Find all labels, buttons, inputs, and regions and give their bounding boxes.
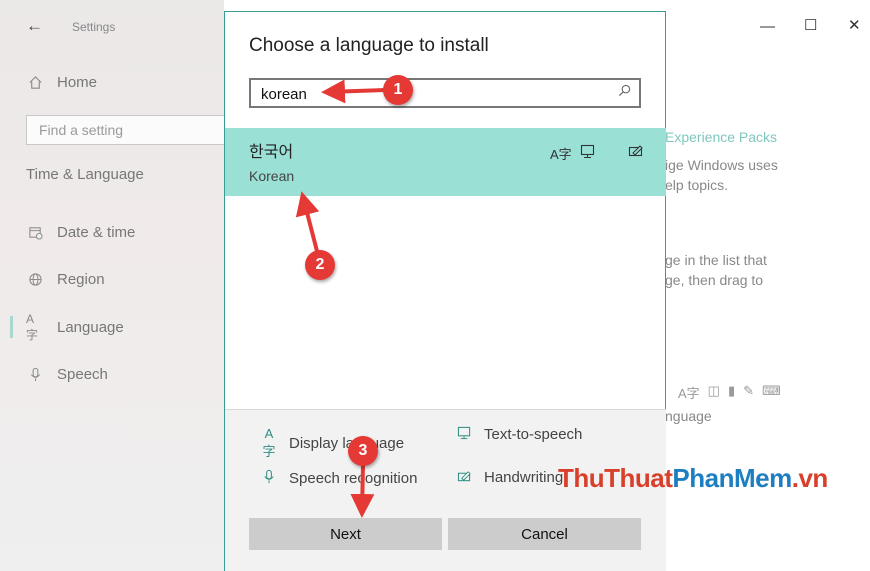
step-2-badge: 2 — [305, 250, 335, 280]
sidebar-item-date-time[interactable]: Date & time — [26, 223, 135, 241]
legend-label: Text-to-speech — [484, 426, 583, 443]
legend-text-to-speech: Text-to-speech — [456, 426, 582, 443]
language-native-name: 한국어 — [249, 144, 294, 161]
back-arrow-icon[interactable]: ← — [26, 16, 43, 36]
legend-speech-recognition: Speech recognition — [261, 469, 417, 487]
experience-packs-link[interactable]: Experience Packs — [665, 129, 777, 145]
search-icon[interactable] — [618, 84, 631, 100]
legend-label: Handwriting — [484, 469, 564, 486]
language-capability-icons: A字 — [550, 144, 644, 163]
app-title: Settings — [72, 20, 116, 34]
language-search-input[interactable] — [261, 84, 601, 104]
watermark-part: ThuThuat — [558, 463, 673, 493]
close-icon[interactable]: ✕ — [848, 16, 861, 34]
language-icon: A字 — [26, 311, 39, 342]
section-title: Time & Language — [26, 166, 144, 183]
calendar-clock-icon — [26, 223, 44, 241]
legend-display-language: A字 Display language — [261, 426, 404, 460]
legend-label: Display language — [289, 434, 405, 452]
find-setting-placeholder: Find a setting — [39, 122, 124, 138]
language-result-row[interactable]: 한국어 Korean A字 — [225, 128, 666, 196]
language-feature-icons: A字 ◫ ▮ ✎ ⌨ — [678, 383, 781, 402]
globe-icon — [26, 270, 44, 288]
background-text: ige Windows uses — [665, 157, 778, 173]
background-text: ge, then drag to — [665, 272, 764, 288]
speech-recognition-icon: ▮ — [727, 383, 736, 398]
sidebar-item-label: Home — [57, 73, 98, 91]
screen: ← Settings Home Find a setting Time & La… — [0, 0, 870, 571]
language-search-box[interactable] — [249, 78, 641, 108]
watermark-part: PhanMem — [672, 463, 792, 493]
dialog-title: Choose a language to install — [249, 35, 489, 56]
home-icon — [26, 73, 44, 91]
next-button[interactable]: Next — [249, 518, 442, 550]
legend-label: Speech recognition — [289, 469, 418, 487]
sidebar-item-speech[interactable]: Speech — [26, 365, 108, 383]
watermark: ThuThuatPhanMem.vn — [558, 463, 828, 494]
text-to-speech-icon: ◫ — [707, 383, 720, 398]
cancel-button[interactable]: Cancel — [448, 518, 641, 550]
text-to-speech-icon — [456, 426, 472, 443]
watermark-part: .vn — [791, 463, 829, 493]
handwriting-icon — [628, 144, 644, 163]
step-3-badge: 3 — [348, 436, 378, 466]
sidebar-item-label: Date & time — [57, 223, 136, 241]
handwriting-icon — [456, 470, 472, 486]
handwriting-icon: ✎ — [743, 383, 755, 398]
keyboard-icon: ⌨ — [762, 383, 781, 398]
background-text: ge in the list that — [665, 252, 767, 268]
step-1-badge: 1 — [383, 75, 413, 105]
background-text: elp topics. — [665, 177, 729, 193]
display-language-icon: A字 — [678, 386, 700, 401]
text-to-speech-icon — [580, 144, 596, 163]
find-setting-input[interactable]: Find a setting — [26, 115, 224, 145]
legend-handwriting: Handwriting — [456, 469, 563, 486]
sidebar-item-label: Speech — [57, 365, 108, 383]
active-indicator — [10, 316, 13, 338]
display-language-icon: A字 — [262, 426, 276, 459]
sidebar-item-language[interactable]: A字 Language — [26, 311, 124, 342]
minimize-icon[interactable]: — — [760, 18, 775, 35]
sidebar-item-label: Language — [57, 318, 124, 336]
sidebar-item-home[interactable]: Home — [26, 73, 97, 91]
microphone-icon — [26, 365, 44, 383]
sidebar-item-label: Region — [57, 270, 105, 288]
language-english-name: Korean — [249, 168, 295, 184]
display-language-icon: A字 — [550, 147, 572, 162]
settings-sidebar: ← Settings Home Find a setting Time & La… — [0, 0, 224, 571]
maximize-icon[interactable]: ☐ — [804, 16, 817, 34]
background-text: nguage — [665, 408, 712, 424]
sidebar-item-region[interactable]: Region — [26, 270, 105, 288]
speech-recognition-icon — [261, 469, 277, 487]
